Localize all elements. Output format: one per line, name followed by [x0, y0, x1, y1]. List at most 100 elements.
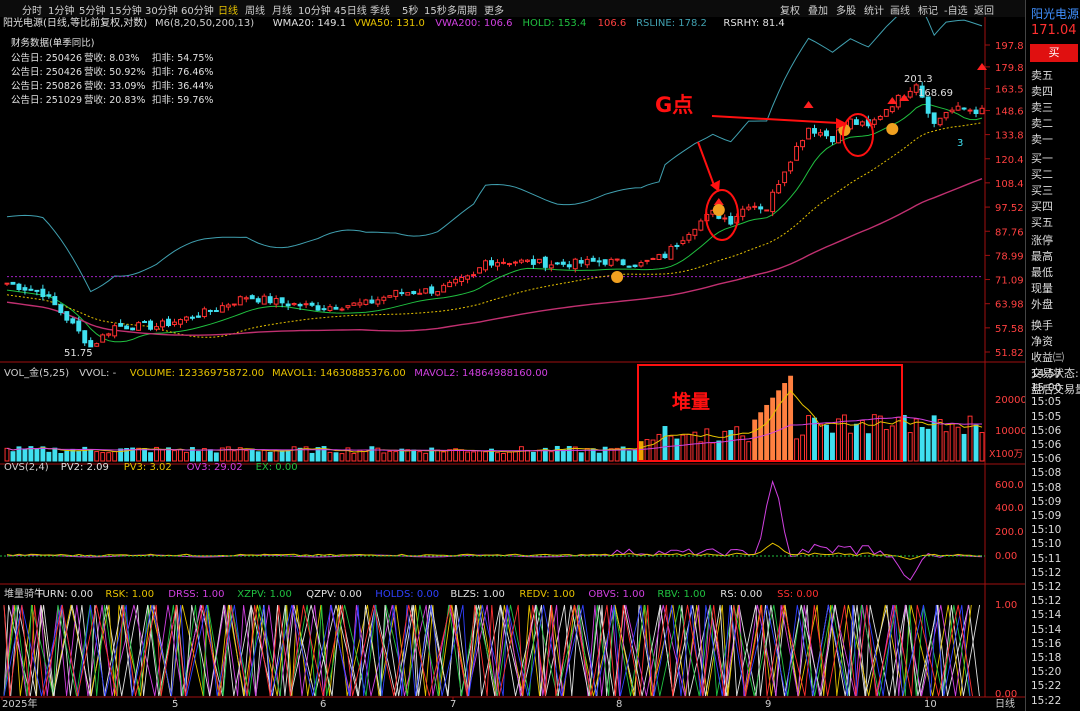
volume-bar	[638, 441, 644, 462]
volume-bar	[943, 431, 949, 462]
menu-4[interactable]: 画线	[890, 2, 910, 17]
candle-body	[728, 216, 734, 225]
period-tab-7[interactable]: 周线	[245, 2, 265, 17]
candle-body	[207, 309, 213, 312]
candle-body	[967, 109, 973, 112]
main-indicator-0: M6(8,20,50,200,13)	[155, 18, 254, 29]
side-row-15: 换手	[1031, 318, 1053, 332]
price-axis-label-12: 57.58	[995, 324, 1024, 335]
menu-2[interactable]: 多股	[836, 2, 856, 17]
volume-bar	[788, 375, 794, 462]
candle-body	[794, 145, 800, 161]
period-tab-6[interactable]: 日线	[218, 2, 238, 17]
ovs-indicator-2: PV3: 3.02	[124, 462, 172, 473]
period-tab-14[interactable]: 多周期	[447, 2, 477, 17]
period-tab-11[interactable]: 季线	[370, 2, 390, 17]
bull-indicator-5: QZPV: 0.00	[306, 589, 362, 600]
candle-body	[686, 234, 692, 241]
candle-body	[620, 259, 626, 266]
volume-bar	[471, 451, 477, 462]
candle-body	[393, 289, 399, 297]
volume-bar	[548, 451, 554, 462]
period-tab-10[interactable]: 45日线	[334, 2, 367, 17]
volume-bar	[710, 442, 716, 462]
menu-1[interactable]: 叠加	[808, 2, 828, 17]
volume-bar	[46, 451, 52, 462]
price-axis-label-13: 51.82	[995, 348, 1024, 359]
candle-body	[477, 267, 482, 274]
period-tab-13[interactable]: 15秒	[424, 2, 447, 17]
volume-bar	[309, 452, 315, 462]
pile-volume-label: 堆量	[672, 390, 710, 413]
volume-bar	[913, 418, 919, 462]
candle-body	[895, 94, 901, 108]
period-tab-8[interactable]: 月线	[272, 2, 292, 17]
volume-bar	[435, 449, 441, 462]
candle-body	[172, 321, 177, 326]
candle-body	[764, 209, 770, 212]
candle-body	[722, 217, 728, 220]
volume-bar	[853, 423, 859, 462]
period-tab-15[interactable]: 更多	[484, 2, 504, 17]
volume-bar	[512, 451, 518, 462]
candle-body	[423, 288, 429, 294]
tick-time-6: 15:06	[1031, 453, 1062, 466]
candle-body	[501, 261, 506, 264]
volume-bar	[213, 452, 219, 462]
volume-bar	[764, 404, 770, 462]
candle-body	[136, 322, 142, 331]
candle-body	[489, 260, 494, 266]
volume-bar	[459, 449, 465, 462]
buy-button[interactable]: 买	[1030, 44, 1078, 62]
candle-body	[459, 277, 465, 283]
bull-indicator-2: RSK: 1.00	[105, 589, 154, 600]
volume-bar	[524, 449, 530, 462]
candle-body	[602, 259, 608, 265]
period-tab-5[interactable]: 60分钟	[181, 2, 214, 17]
candle-body	[183, 316, 189, 321]
tick-time-19: 15:16	[1031, 637, 1062, 650]
tick-time-20: 15:18	[1031, 652, 1062, 664]
volume-bar	[949, 422, 955, 462]
candle-body	[668, 245, 674, 260]
tick-time-13: 15:11	[1031, 552, 1062, 565]
menu-3[interactable]: 统计	[864, 2, 884, 17]
volume-bar	[907, 432, 913, 462]
candle-body	[249, 295, 255, 300]
volume-bar	[865, 433, 871, 462]
candle-body	[830, 136, 835, 143]
candle-body	[889, 106, 895, 113]
vol-indicator-0: VOL_金(5,25)	[4, 366, 69, 379]
candle-body	[279, 297, 285, 304]
period-tab-9[interactable]: 10分钟	[298, 2, 331, 17]
period-tab-1[interactable]: 1分钟	[48, 2, 74, 17]
fin-date-3: 公告日: 251029	[11, 94, 82, 106]
bull-indicator-4: XZPV: 1.00	[237, 589, 292, 600]
side-row-2: 卖三	[1031, 101, 1053, 115]
candle-body	[524, 259, 530, 262]
candle-body	[698, 220, 704, 231]
tick-time-22: 15:22	[1031, 680, 1062, 693]
period-tab-4[interactable]: 30分钟	[145, 2, 178, 17]
period-tab-3[interactable]: 15分钟	[109, 2, 142, 17]
period-tab-2[interactable]: 5分钟	[79, 2, 105, 17]
menu-0[interactable]: 复权	[780, 2, 800, 17]
ovs-axis-label-0: 600.0	[995, 480, 1024, 491]
volume-bar	[776, 390, 782, 462]
candle-body	[213, 310, 219, 313]
period-tab-12[interactable]: 5秒	[402, 2, 418, 17]
volume-bar	[387, 450, 393, 462]
candle-body	[800, 140, 806, 148]
tick-time-15: 15:12	[1031, 581, 1062, 593]
candle-body	[166, 318, 171, 327]
candle-body	[52, 296, 58, 306]
menu-6[interactable]: -自选	[944, 2, 968, 17]
volume-bar	[369, 446, 375, 462]
menu-7[interactable]: 返回	[974, 2, 994, 17]
menu-5[interactable]: 标记	[918, 2, 938, 17]
period-tab-0[interactable]: 分时	[22, 2, 42, 17]
mark-3-label: 3	[957, 138, 963, 149]
candle-body	[70, 318, 76, 324]
kline-chart[interactable]: G点 201.3 168.69 51.75 3 197.8 179.8 163.5 148.6 1…	[0, 17, 1025, 711]
candle-body	[178, 319, 183, 325]
